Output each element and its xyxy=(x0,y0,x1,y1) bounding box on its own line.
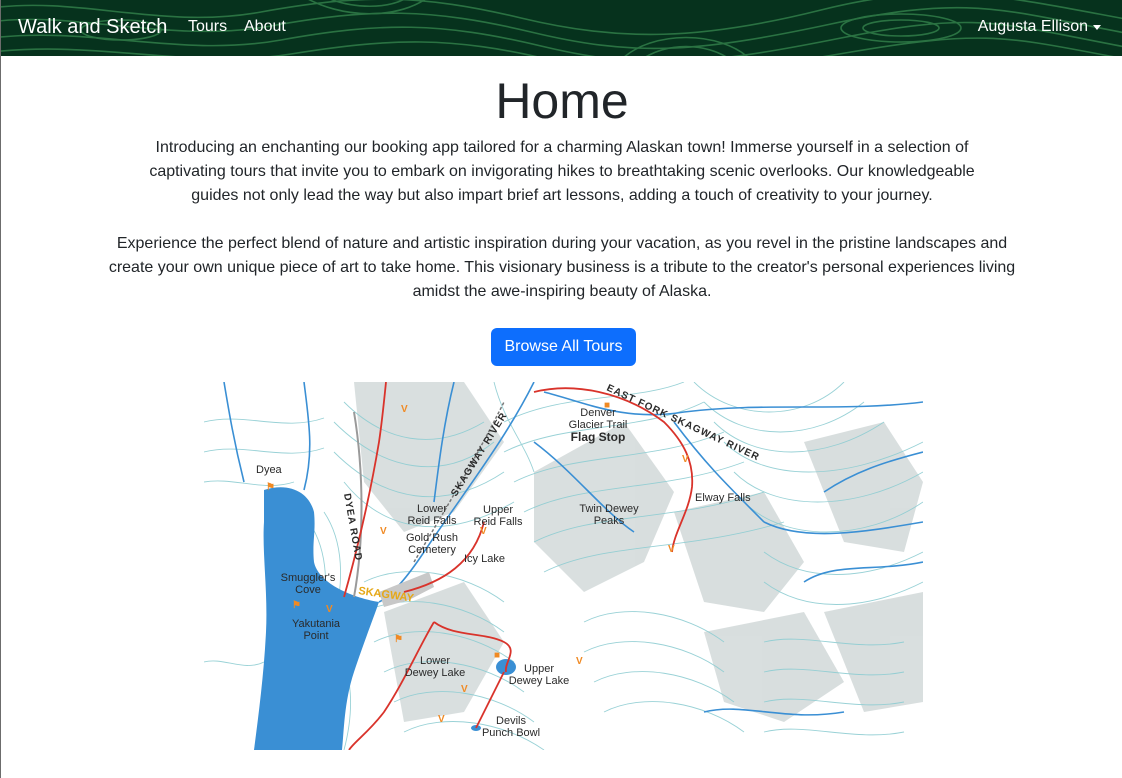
navbar: Walk and Sketch Tours About Augusta Elli… xyxy=(1,0,1122,56)
map-label-dyea: Dyea xyxy=(256,464,283,476)
map-label-elway-falls: Elway Falls xyxy=(695,492,751,504)
nav-link-tours[interactable]: Tours xyxy=(188,18,227,36)
user-name: Augusta Ellison xyxy=(977,18,1088,35)
svg-text:V: V xyxy=(380,526,387,537)
svg-text:V: V xyxy=(668,544,675,555)
svg-text:V: V xyxy=(576,656,583,667)
svg-text:⚑: ⚑ xyxy=(266,482,275,493)
map-label-icy-lake: Icy Lake xyxy=(464,553,505,565)
svg-text:V: V xyxy=(438,714,445,725)
topographic-pattern xyxy=(1,0,1122,56)
svg-text:V: V xyxy=(461,684,468,695)
nav-link-about[interactable]: About xyxy=(244,18,286,36)
svg-text:⚑: ⚑ xyxy=(292,600,301,611)
user-dropdown[interactable]: Augusta Ellison xyxy=(978,18,1101,36)
svg-text:V: V xyxy=(326,604,333,615)
intro-paragraph: Introducing an enchanting our booking ap… xyxy=(149,139,975,204)
brand-link[interactable]: Walk and Sketch xyxy=(18,16,167,39)
experience-paragraph: Experience the perfect blend of nature a… xyxy=(108,235,1016,300)
map-label-flag-stop: Flag Stop xyxy=(571,430,626,444)
svg-text:V: V xyxy=(401,404,408,415)
trail-map: VV V VVV VVV ■⚑⚑ ⚑■ Dyea Lower Reid Falls … xyxy=(204,382,923,750)
svg-text:⚑: ⚑ xyxy=(394,634,403,645)
browse-all-tours-button[interactable]: Browse All Tours xyxy=(491,328,636,366)
svg-text:■: ■ xyxy=(494,650,500,661)
page-title: Home xyxy=(495,73,629,129)
map-label-gold-rush: Gold Rush Cemetery xyxy=(406,532,458,556)
caret-down-icon xyxy=(1093,25,1101,30)
svg-text:V: V xyxy=(682,454,689,465)
